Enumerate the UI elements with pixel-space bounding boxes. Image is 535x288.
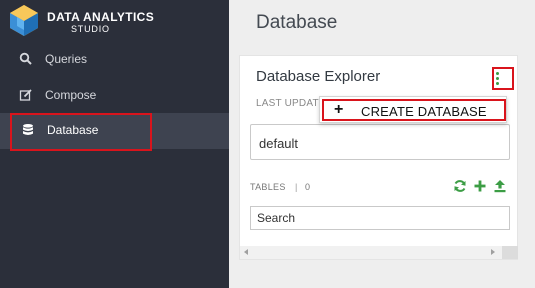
- sidebar-item-queries[interactable]: Queries: [0, 41, 229, 77]
- tables-label: TABLES: [250, 182, 286, 192]
- upload-icon[interactable]: [493, 179, 507, 193]
- scroll-left-arrow-icon[interactable]: [244, 249, 248, 255]
- panel-title: Database Explorer: [256, 68, 381, 85]
- menu-item-label: CREATE DATABASE: [361, 104, 487, 119]
- page-title: Database: [256, 12, 338, 33]
- brand-title: DATA ANALYTICS: [47, 10, 155, 24]
- edit-icon: [19, 89, 32, 101]
- plus-icon: +: [334, 101, 344, 118]
- hexagon-cube-logo: [10, 5, 38, 36]
- create-database-menu-item[interactable]: + CREATE DATABASE: [322, 99, 506, 121]
- database-select[interactable]: default: [250, 124, 510, 160]
- add-icon[interactable]: [473, 179, 487, 193]
- main-content: Database Database Explorer LAST UPDAT de…: [229, 0, 535, 288]
- explorer-dropdown-menu: + CREATE DATABASE: [319, 96, 507, 123]
- search-input[interactable]: [250, 206, 510, 230]
- highlight-box-more-options: [492, 67, 514, 90]
- last-updated-label: LAST UPDAT: [256, 98, 319, 109]
- horizontal-scrollbar[interactable]: [240, 246, 502, 259]
- sidebar-item-label: Compose: [45, 88, 97, 102]
- sidebar-item-label: Queries: [45, 52, 88, 66]
- brand-header: DATA ANALYTICS STUDIO: [0, 0, 229, 40]
- search-icon: [19, 52, 32, 65]
- database-explorer-panel: Database Explorer LAST UPDAT default TAB…: [239, 55, 518, 260]
- tables-separator: |: [295, 182, 298, 192]
- scroll-right-arrow-icon[interactable]: [491, 249, 495, 255]
- brand-subtitle: STUDIO: [71, 24, 110, 34]
- tables-count: 0: [305, 182, 311, 192]
- sidebar-item-compose[interactable]: Compose: [0, 77, 229, 113]
- highlight-box-database: [10, 113, 152, 151]
- scrollbar-corner: [502, 246, 518, 259]
- refresh-icon[interactable]: [453, 179, 467, 193]
